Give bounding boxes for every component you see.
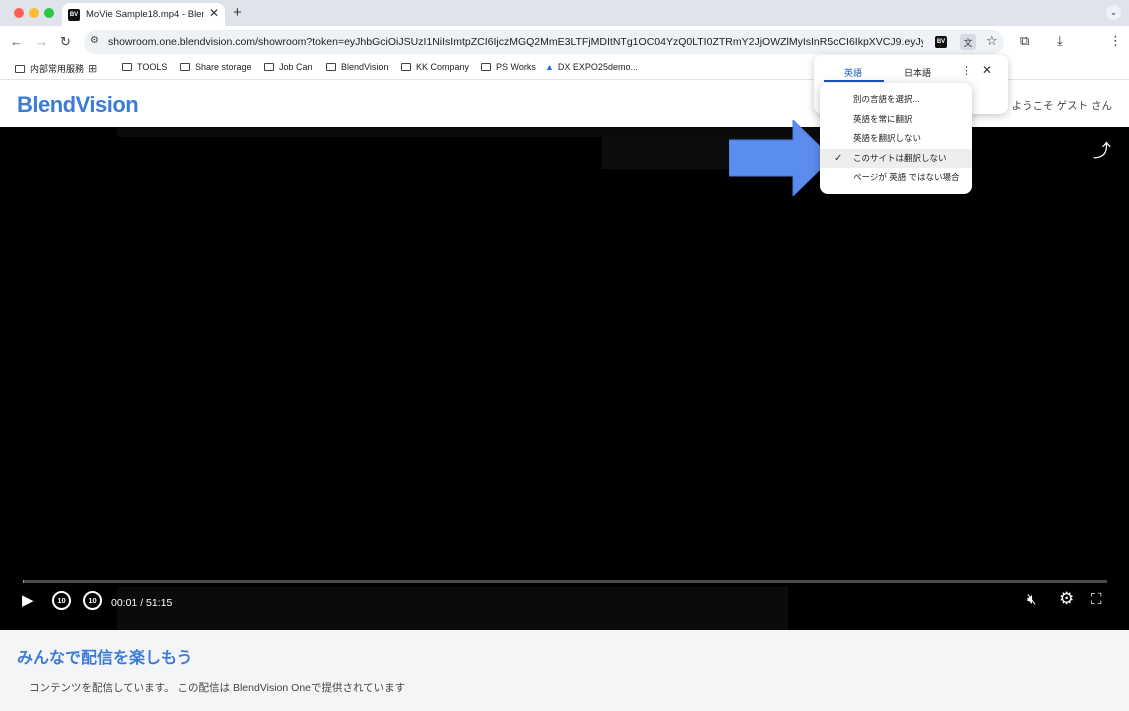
bookmark-internal-services[interactable]: 内部常用服務 [15,62,84,75]
bookmark-dx-expo[interactable]: ▲ DX EXPO25demo... [545,62,638,72]
share-icon[interactable]: ⤴ [1093,137,1111,163]
fullscreen-icon[interactable]: ⛶ [1091,591,1102,608]
content-info-section: みんなで配信を楽しもう コンテンツを配信しています。 この配信は BlendVi… [0,630,1129,711]
maximize-window-button[interactable] [44,8,54,18]
menu-item-choose-language[interactable]: 別の言語を選択... [820,90,972,110]
playback-time: 00:01 / 51:15 [111,597,173,609]
translate-icon[interactable]: 文 [960,34,976,50]
monitor-icon [15,64,25,73]
welcome-guest-text[interactable]: ようこそ ゲスト さん [1012,98,1112,113]
bookmark-apps[interactable]: ⊞ [88,62,102,75]
close-icon[interactable]: ✕ [982,63,992,77]
menu-item-always-translate[interactable]: 英語を常に翻訳 [820,110,972,130]
bookmark-blendvision[interactable]: BlendVision [326,62,388,72]
blendvision-logo[interactable]: BlendVision [17,92,139,118]
new-tab-button[interactable]: + [233,4,242,21]
tab-close-icon[interactable]: ✕ [209,6,219,20]
bookmark-kk-company[interactable]: KK Company [401,62,469,72]
url-text[interactable]: showroom.one.blendvision.com/showroom?to… [108,36,923,48]
apps-grid-icon: ⊞ [88,63,98,75]
folder-icon [326,63,336,71]
video-frame-region [117,127,827,137]
close-window-button[interactable] [14,8,24,18]
checkmark-icon: ✓ [834,152,843,164]
translate-options-menu: 別の言語を選択... 英語を常に翻訳 英語を翻訳しない ✓ このサイトは翻訳しな… [820,83,972,194]
skip-back-10-icon[interactable]: 10 [52,591,71,610]
extensions-puzzle-icon[interactable]: ⧉ [1020,33,1029,49]
folder-icon [481,63,491,71]
tab-search-button[interactable]: ⌄ [1106,5,1121,20]
download-icon[interactable]: ⤓ [1057,33,1063,49]
reload-icon[interactable]: ↻ [60,34,71,50]
browser-toolbar: ← → ↻ ⚙ showroom.one.blendvision.com/sho… [0,26,1129,58]
browser-tab-bar: BV MoVie Sample18.mp4 - BlendVision ✕ + … [0,0,1129,26]
tab-source-language[interactable]: 英語 [844,66,862,79]
menu-item-page-not-in-language[interactable]: ページが 英語 ではない場合 [820,168,972,188]
minimize-window-button[interactable] [29,8,39,18]
bookmark-job-can[interactable]: Job Can [264,62,313,72]
menu-item-never-translate-language[interactable]: 英語を翻訳しない [820,129,972,149]
browser-tab[interactable]: BV MoVie Sample18.mp4 - BlendVision ✕ [62,3,225,26]
content-description: コンテンツを配信しています。 この配信は BlendVision Oneで提供さ… [29,682,406,694]
tab-title: MoVie Sample18.mp4 - BlendVision [86,9,204,20]
forward-arrow-icon[interactable]: → [35,34,48,49]
drive-icon: ▲ [545,62,554,72]
folder-icon [122,63,132,71]
video-player[interactable]: ⤴ ▶ 10 10 00:01 / 51:15 🔇︎ ⚙ ⛶ [0,127,1129,630]
bookmark-tools[interactable]: TOOLS [122,62,167,72]
play-icon[interactable]: ▶ [22,591,34,609]
video-frame-region [117,587,788,630]
tab-target-language[interactable]: 日本語 [904,66,931,79]
folder-icon [180,63,190,71]
tab-favicon-icon: BV [68,8,80,21]
blendvision-extension-icon[interactable]: BV [935,36,947,48]
browser-menu-icon[interactable]: ⋮ [1109,33,1122,49]
active-tab-indicator [824,80,884,82]
seek-bar[interactable] [23,580,1107,583]
pointer-arrow-graphic [729,120,832,196]
folder-icon [264,63,274,71]
bookmark-share-storage[interactable]: Share storage [180,62,252,72]
back-arrow-icon[interactable]: ← [10,34,23,49]
more-options-icon[interactable]: ⋮ [961,64,972,77]
settings-gear-icon[interactable]: ⚙ [1059,589,1074,609]
skip-forward-10-icon[interactable]: 10 [83,591,102,610]
muted-speaker-icon[interactable]: 🔇︎ [1027,591,1036,608]
folder-icon [401,63,411,71]
site-settings-icon[interactable]: ⚙ [90,35,99,46]
menu-item-never-translate-site[interactable]: ✓ このサイトは翻訳しない [820,148,972,168]
content-title: みんなで配信を楽しもう [17,650,193,667]
address-bar[interactable]: ⚙ showroom.one.blendvision.com/showroom?… [84,30,1004,54]
bookmark-star-icon[interactable]: ☆ [986,33,998,49]
bookmark-ps-works[interactable]: PS Works [481,62,536,72]
